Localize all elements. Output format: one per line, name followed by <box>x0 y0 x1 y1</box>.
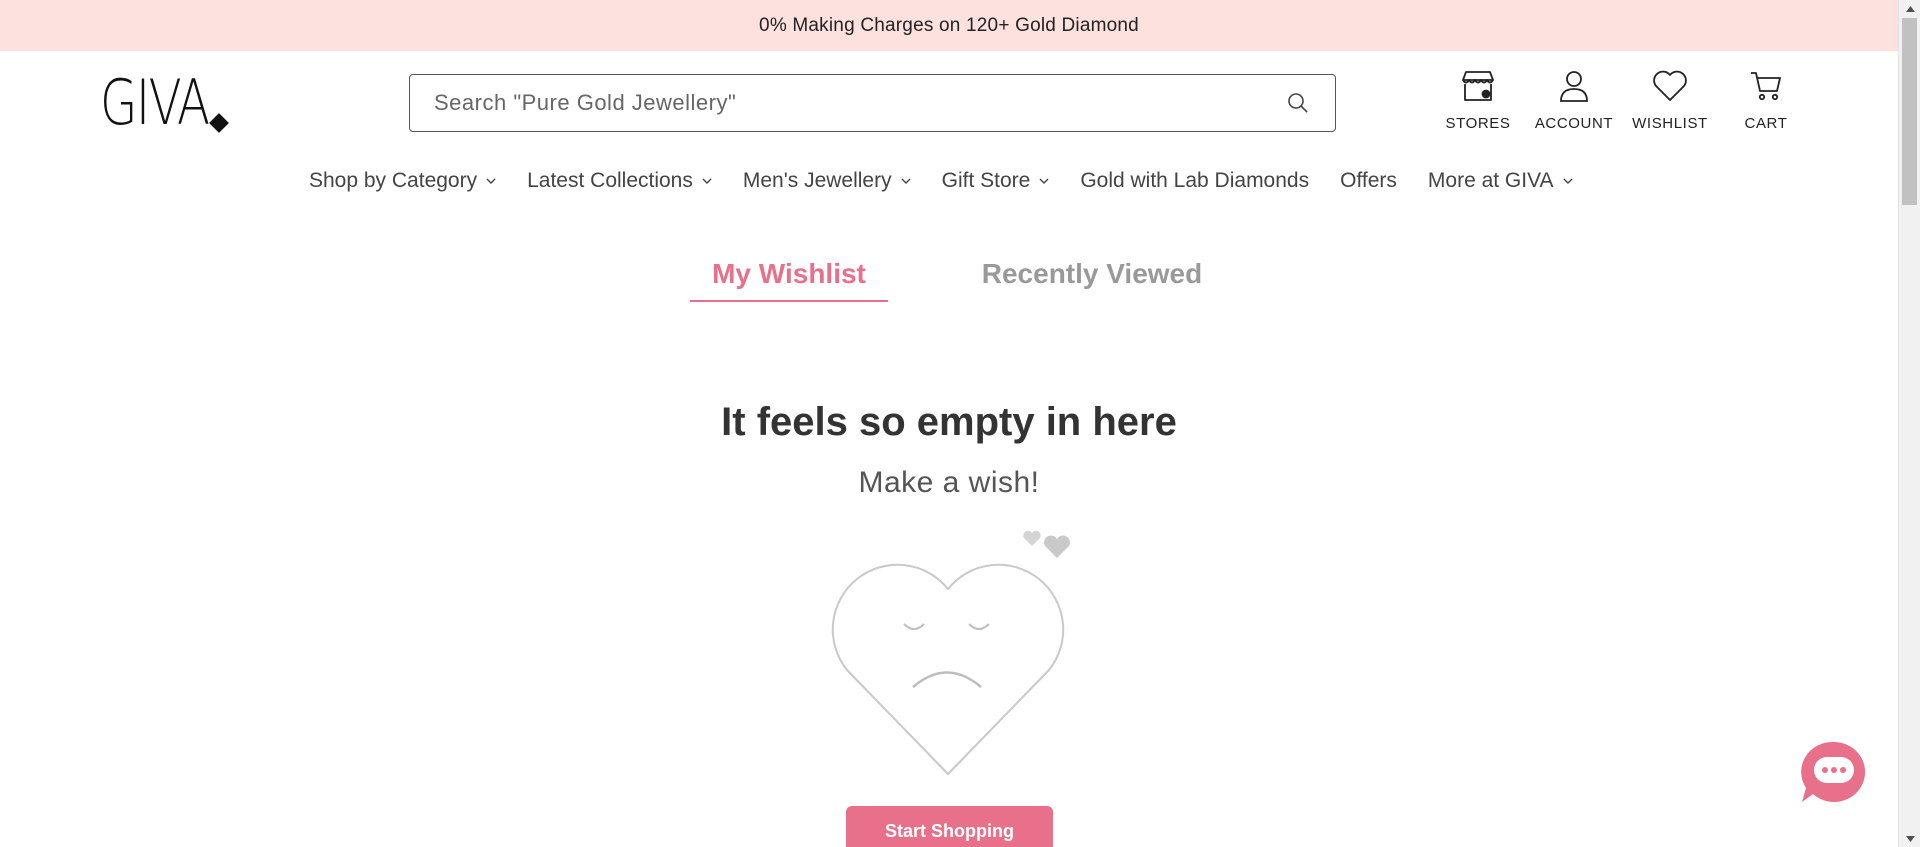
stores-link[interactable]: STORES <box>1430 62 1526 132</box>
wishlist-link[interactable]: WISHLIST <box>1622 62 1718 132</box>
main-nav: Shop by Category Latest Collections Men'… <box>309 164 1604 198</box>
scroll-up-arrow-icon[interactable] <box>1899 0 1920 17</box>
nav-label: More at GIVA <box>1427 169 1554 192</box>
nav-offers[interactable]: Offers <box>1340 169 1397 193</box>
header-actions: STORES ACCOUNT WISHLIST CART <box>1430 62 1814 132</box>
start-shopping-button[interactable]: Start Shopping <box>846 806 1053 847</box>
announcement-bar: 0% Making Charges on 120+ Gold Diamond <box>0 0 1898 51</box>
nav-label: Gift Store <box>941 169 1031 192</box>
store-icon <box>1460 62 1496 110</box>
wishlist-label: WISHLIST <box>1632 115 1708 132</box>
nav-shop-by-category[interactable]: Shop by Category <box>309 169 496 193</box>
page-scrollbar[interactable] <box>1898 0 1920 847</box>
wishlist-tabs: My Wishlist Recently Viewed <box>690 258 1210 306</box>
sad-heart-illustration <box>820 526 1080 781</box>
tab-recently-viewed[interactable]: Recently Viewed <box>972 258 1212 290</box>
nav-label: Shop by Category <box>309 169 478 192</box>
nav-label: Men's Jewellery <box>742 169 892 192</box>
chevron-down-icon <box>1039 176 1049 186</box>
search-icon[interactable] <box>1285 90 1311 116</box>
tab-my-wishlist[interactable]: My Wishlist <box>690 258 888 302</box>
logo-text: GIVA <box>100 66 210 139</box>
chevron-down-icon <box>702 176 712 186</box>
nav-latest-collections[interactable]: Latest Collections <box>527 169 712 193</box>
nav-mens-jewellery[interactable]: Men's Jewellery <box>743 169 911 193</box>
account-link[interactable]: ACCOUNT <box>1526 62 1622 132</box>
announcement-text: 0% Making Charges on 120+ Gold Diamond <box>759 14 1139 36</box>
chat-button[interactable] <box>1800 740 1868 804</box>
account-label: ACCOUNT <box>1534 115 1614 132</box>
nav-label: Offers <box>1340 169 1397 192</box>
chevron-down-icon <box>1563 176 1573 186</box>
nav-gold-lab-diamonds[interactable]: Gold with Lab Diamonds <box>1080 169 1309 193</box>
empty-state-subtitle: Make a wish! <box>858 466 1040 499</box>
stores-label: STORES <box>1445 115 1511 132</box>
nav-label: Gold with Lab Diamonds <box>1080 169 1310 192</box>
search-bar[interactable] <box>409 74 1336 132</box>
chevron-down-icon <box>901 176 911 186</box>
cart-link[interactable]: CART <box>1718 62 1814 132</box>
search-input[interactable] <box>434 90 1285 116</box>
giva-logo[interactable]: GIVA <box>100 70 239 134</box>
cart-label: CART <box>1744 115 1788 132</box>
cart-icon <box>1749 62 1783 110</box>
logo-diamond-icon <box>209 113 229 133</box>
nav-more-at-giva[interactable]: More at GIVA <box>1428 169 1573 193</box>
empty-state-title: It feels so empty in here <box>721 400 1177 444</box>
heart-icon <box>1652 62 1688 110</box>
chevron-down-icon <box>486 176 496 186</box>
nav-gift-store[interactable]: Gift Store <box>942 169 1050 193</box>
user-icon <box>1558 62 1590 110</box>
nav-label: Latest Collections <box>527 169 693 192</box>
scrollbar-thumb[interactable] <box>1902 18 1917 205</box>
scroll-down-arrow-icon[interactable] <box>1899 830 1920 847</box>
